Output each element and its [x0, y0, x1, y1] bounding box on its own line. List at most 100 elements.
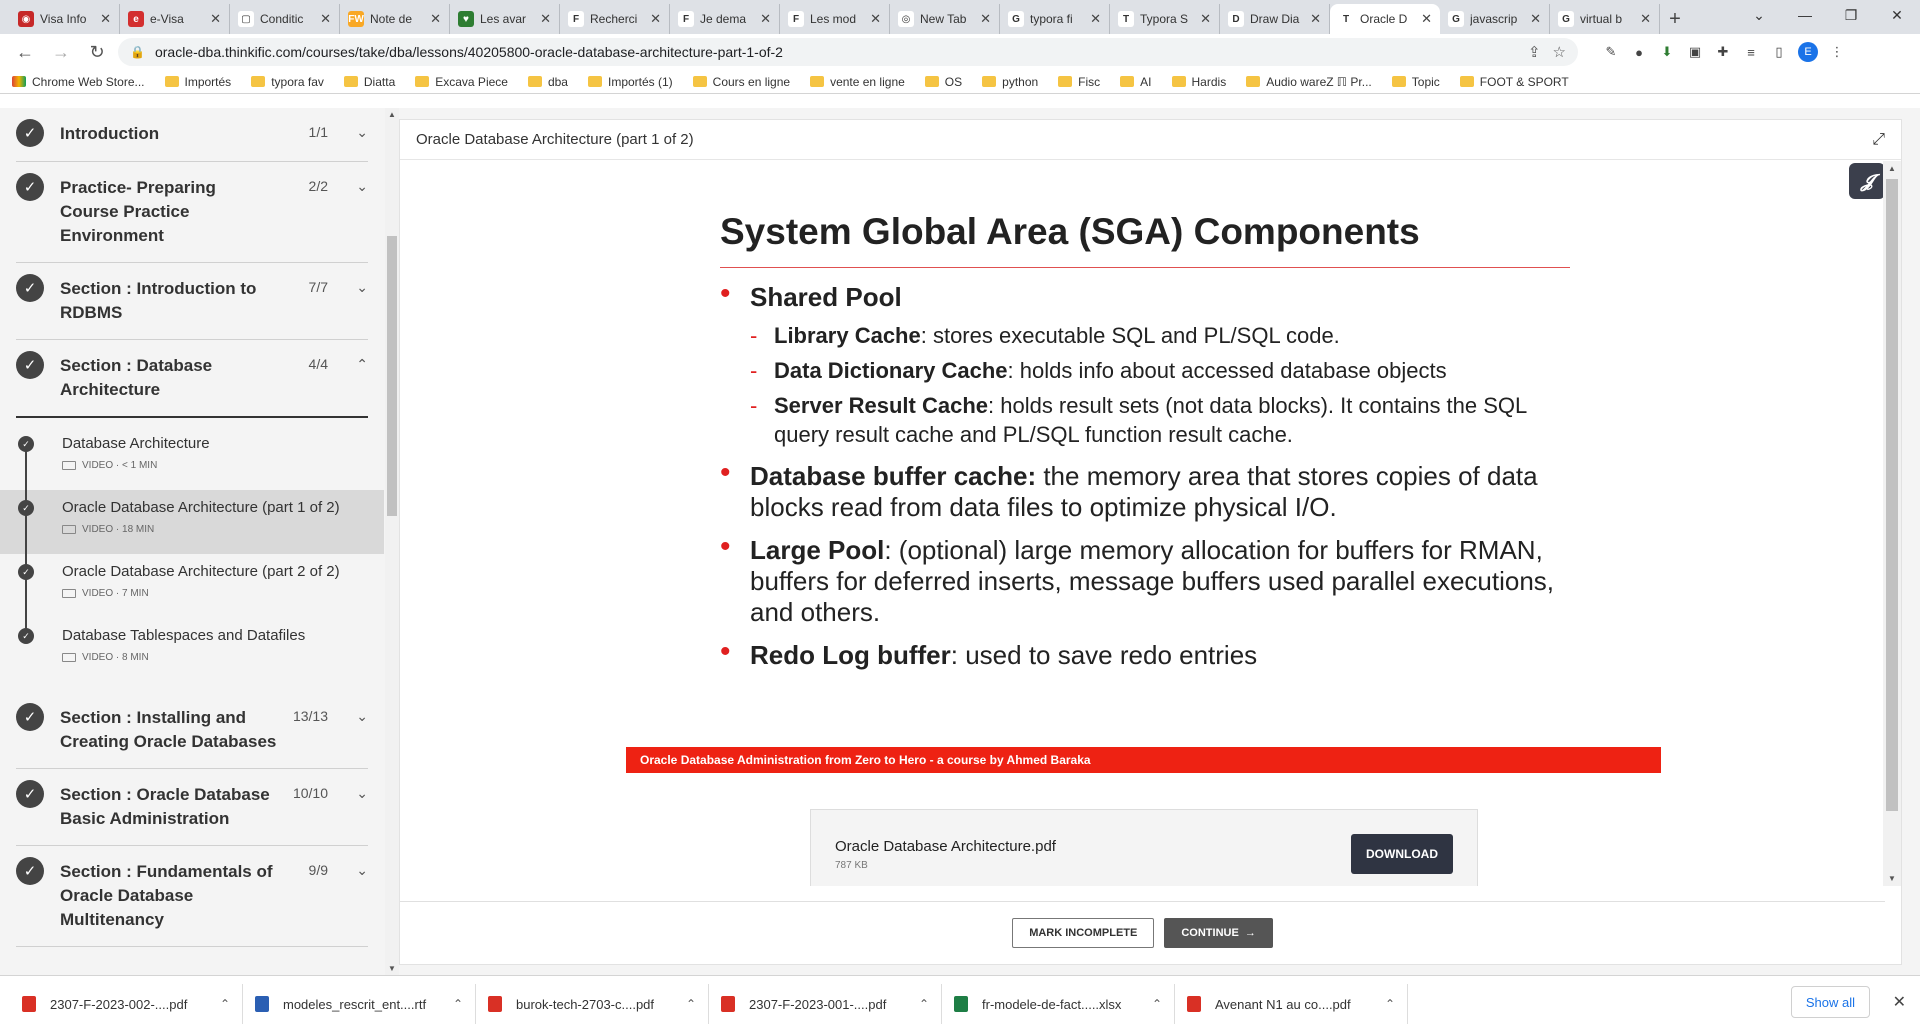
chevron-up-icon[interactable]: ⌃: [919, 997, 929, 1011]
download-item[interactable]: burok-tech-2703-c....pdf ⌃: [476, 984, 709, 1024]
sidebar-scrollbar[interactable]: ▲ ▼: [385, 108, 399, 975]
bookmark-item[interactable]: Fisc: [1058, 75, 1100, 89]
url-text[interactable]: oracle-dba.thinkific.com/courses/take/db…: [155, 44, 1516, 60]
sidebar-section[interactable]: ✓ Section : Introduction to RDBMS 7/7 ⌄: [16, 263, 368, 340]
bookmark-item[interactable]: Importés: [164, 75, 231, 89]
download-button[interactable]: DOWNLOAD: [1351, 834, 1453, 874]
browser-tab[interactable]: F Recherci ✕: [560, 4, 670, 34]
chevron-down-icon[interactable]: ⌄: [328, 178, 368, 195]
chevron-up-icon[interactable]: ⌃: [453, 997, 463, 1011]
chevron-down-icon[interactable]: ⌄: [328, 785, 368, 802]
browser-tab[interactable]: Gtypora fi ✕: [1000, 4, 1110, 34]
tab-close-icon[interactable]: ✕: [100, 11, 111, 27]
bookmark-item[interactable]: FOOT & SPORT: [1459, 75, 1569, 89]
bookmark-star-icon[interactable]: ☆: [1553, 43, 1566, 61]
lesson-item[interactable]: ✓ Oracle Database Architecture (part 1 of…: [0, 490, 384, 554]
tab-close-icon[interactable]: ✕: [760, 11, 771, 27]
extension-icon[interactable]: ✎: [1602, 43, 1620, 61]
bookmark-item[interactable]: typora fav: [251, 75, 324, 89]
sidebar-scroll-thumb[interactable]: [387, 236, 397, 516]
side-panel-icon[interactable]: ▯: [1770, 43, 1788, 61]
show-all-downloads-button[interactable]: Show all: [1790, 986, 1870, 1018]
scroll-down-arrow-icon[interactable]: ▼: [388, 964, 396, 973]
chevron-up-icon[interactable]: ⌃: [328, 356, 368, 373]
bookmark-item[interactable]: Audio wareZ ℿ Pr...: [1246, 75, 1372, 89]
expand-icon[interactable]: ⤢: [1872, 131, 1885, 149]
back-button[interactable]: ←: [10, 37, 40, 67]
lesson-item[interactable]: ✓ Oracle Database Architecture (part 2 of…: [0, 554, 384, 618]
download-extension-icon[interactable]: ⬇: [1658, 43, 1676, 61]
sidebar-section[interactable]: ✓ Section : Installing and Creating Oracl…: [16, 692, 368, 769]
forward-button[interactable]: →: [46, 37, 76, 67]
bookmark-item[interactable]: Importés (1): [587, 75, 673, 89]
chevron-down-icon[interactable]: ⌄: [328, 862, 368, 879]
chevron-down-icon[interactable]: ⌄: [328, 279, 368, 296]
browser-tab[interactable]: ◎ New Tab ✕: [890, 4, 1000, 34]
lock-icon[interactable]: 🔒: [130, 45, 145, 59]
bookmark-item[interactable]: python: [982, 75, 1038, 89]
browser-tab[interactable]: T Oracle D ✕: [1330, 4, 1440, 34]
reading-list-icon[interactable]: ≡: [1742, 43, 1760, 61]
tab-close-icon[interactable]: ✕: [980, 11, 991, 27]
minimize-button[interactable]: —: [1782, 0, 1828, 30]
reload-button[interactable]: ↻: [82, 37, 112, 67]
chevron-up-icon[interactable]: ⌃: [220, 997, 230, 1011]
continue-button[interactable]: CONTINUE →: [1164, 918, 1273, 948]
screenshot-extension-icon[interactable]: ▣: [1686, 43, 1704, 61]
share-icon[interactable]: ⇪: [1528, 43, 1541, 61]
mark-incomplete-button[interactable]: MARK INCOMPLETE: [1012, 918, 1155, 948]
tab-close-icon[interactable]: ✕: [1200, 11, 1211, 27]
browser-tab[interactable]: Gvirtual b ✕: [1550, 4, 1660, 34]
browser-tab[interactable]: F Les mod ✕: [780, 4, 890, 34]
bookmark-item[interactable]: vente en ligne: [810, 75, 905, 89]
tab-close-icon[interactable]: ✕: [1640, 11, 1651, 27]
browser-tab[interactable]: Gjavascrip ✕: [1440, 4, 1550, 34]
cookie-extension-icon[interactable]: ●: [1630, 43, 1648, 61]
browser-tab[interactable]: FW Note de ✕: [340, 4, 450, 34]
scroll-up-arrow-icon[interactable]: ▲: [1888, 164, 1896, 173]
scroll-down-arrow-icon[interactable]: ▼: [1888, 874, 1896, 883]
bookmark-item[interactable]: dba: [527, 75, 568, 89]
bookmark-item[interactable]: AI: [1120, 75, 1152, 89]
sidebar-section[interactable]: ✓ Section : Database Architecture 4/4 ⌃: [16, 340, 368, 418]
bookmark-item[interactable]: Excava Piece: [415, 75, 508, 89]
chevron-up-icon[interactable]: ⌃: [686, 997, 696, 1011]
download-item[interactable]: 2307-F-2023-001-....pdf ⌃: [709, 984, 942, 1024]
menu-kebab-icon[interactable]: ⋮: [1828, 43, 1846, 61]
lesson-item[interactable]: ✓ Database Architecture VIDEO · < 1 MIN: [0, 426, 384, 490]
tab-close-icon[interactable]: ✕: [320, 11, 331, 27]
bookmark-item[interactable]: Chrome Web Store...: [12, 75, 145, 89]
profile-avatar[interactable]: E: [1798, 42, 1818, 62]
puzzle-extensions-icon[interactable]: ✚: [1714, 43, 1732, 61]
chevron-up-icon[interactable]: ⌃: [1152, 997, 1162, 1011]
sidebar-section[interactable]: ✓ Section : Oracle Database Basic Adminis…: [16, 769, 368, 846]
tab-close-icon[interactable]: ✕: [870, 11, 881, 27]
download-item[interactable]: fr-modele-de-fact.....xlsx ⌃: [942, 984, 1175, 1024]
bookmark-item[interactable]: OS: [924, 75, 962, 89]
bookmark-item[interactable]: Diatta: [343, 75, 395, 89]
tab-close-icon[interactable]: ✕: [1310, 11, 1321, 27]
lesson-item[interactable]: ✓ Database Tablespaces and Datafiles VIDEO…: [0, 618, 384, 682]
browser-tab[interactable]: ♥ Les avar ✕: [450, 4, 560, 34]
tab-close-icon[interactable]: ✕: [1530, 11, 1541, 27]
download-item[interactable]: modeles_rescrit_ent....rtf ⌃: [243, 984, 476, 1024]
sidebar-section[interactable]: ✓ Section : Fundamentals of Oracle Databa…: [16, 846, 368, 947]
close-downloads-icon[interactable]: ✕: [1893, 992, 1906, 1012]
tab-close-icon[interactable]: ✕: [650, 11, 661, 27]
browser-tab[interactable]: ▢ Conditic ✕: [230, 4, 340, 34]
tab-close-icon[interactable]: ✕: [1090, 11, 1101, 27]
scroll-up-arrow-icon[interactable]: ▲: [388, 110, 396, 119]
content-scrollbar[interactable]: ▲ ▼: [1883, 161, 1901, 886]
sidebar-section[interactable]: ✓ Introduction 1/1 ⌄: [16, 108, 368, 162]
browser-tab[interactable]: e e-Visa ✕: [120, 4, 230, 34]
content-scroll-thumb[interactable]: [1886, 179, 1898, 811]
tab-search-icon[interactable]: ⌄: [1736, 0, 1782, 30]
browser-tab[interactable]: F Je dema ✕: [670, 4, 780, 34]
chevron-up-icon[interactable]: ⌃: [1385, 997, 1395, 1011]
download-item[interactable]: Avenant N1 au co....pdf ⌃: [1175, 984, 1408, 1024]
browser-tab[interactable]: ◉ Visa Info ✕: [10, 4, 120, 34]
restore-button[interactable]: ❐: [1828, 0, 1874, 30]
bookmark-item[interactable]: Topic: [1391, 75, 1440, 89]
new-tab-button[interactable]: +: [1660, 4, 1690, 34]
bookmark-item[interactable]: Hardis: [1171, 75, 1226, 89]
